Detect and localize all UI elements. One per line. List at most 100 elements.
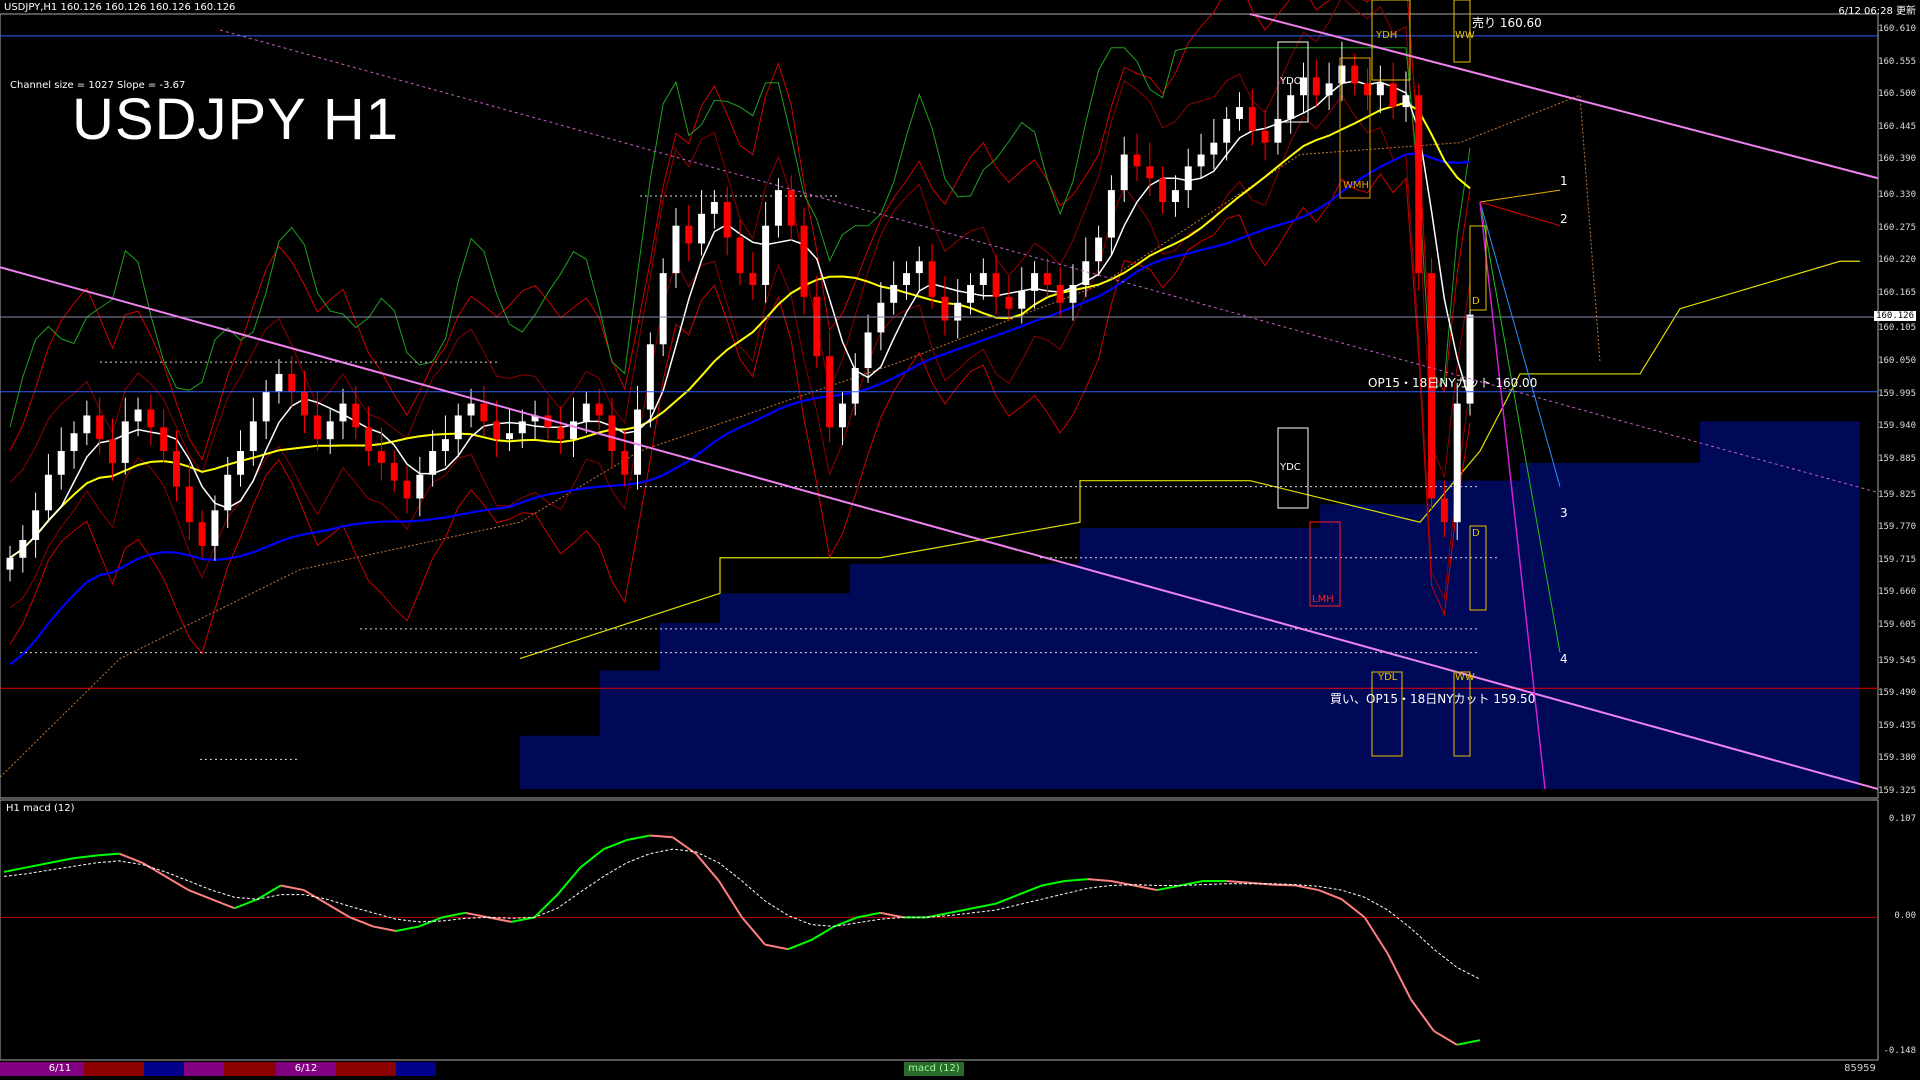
- candle-bear: [1261, 130, 1269, 143]
- price-axis-tick: 159.825: [1878, 489, 1916, 500]
- candle-bear: [1005, 296, 1013, 309]
- candle-bull: [1338, 65, 1346, 84]
- price-axis-tick: 160.390: [1878, 154, 1916, 165]
- candle-bull: [429, 451, 437, 475]
- price-axis-tick: 160.165: [1878, 287, 1916, 298]
- candle-bear: [992, 273, 1000, 297]
- candle-bull: [1402, 95, 1410, 108]
- ww-upper-label: WW: [1455, 30, 1475, 41]
- lmh-label: LMH: [1312, 594, 1334, 605]
- symbol-header: USDJPY,H1 160.126 160.126 160.126 160.12…: [4, 2, 236, 13]
- candle-bear: [1248, 107, 1256, 131]
- projection-label-3: 3: [1560, 506, 1568, 520]
- footer-code: 85959: [1844, 1063, 1876, 1074]
- candle-bull: [1095, 237, 1103, 262]
- candle-bear: [685, 225, 693, 244]
- candle-bull: [762, 225, 770, 285]
- candle-bear: [1440, 498, 1448, 523]
- price-axis-tick: 160.330: [1878, 190, 1916, 201]
- candle-bear: [608, 415, 616, 452]
- candle-bull: [864, 332, 872, 369]
- candle-bear: [813, 296, 821, 357]
- candle-bear: [1043, 273, 1051, 285]
- candle-bull: [416, 474, 424, 499]
- candle-bear: [377, 451, 385, 463]
- candle-bull: [237, 451, 245, 475]
- candle-bull: [1120, 154, 1128, 191]
- candle-bull: [570, 421, 578, 440]
- price-axis-tick: 159.325: [1878, 786, 1916, 796]
- footer-seg: [396, 1062, 436, 1076]
- candle-bull: [1197, 154, 1205, 167]
- candle-bull: [1287, 95, 1295, 119]
- candle-bear: [390, 462, 398, 481]
- macd-label: H1 macd (12): [6, 803, 75, 814]
- footer-date-1: 6/11: [36, 1062, 84, 1076]
- candle-bull: [1107, 190, 1115, 238]
- candle-bull: [134, 409, 142, 422]
- macd-main-segment: [1272, 883, 1296, 887]
- candle-bull: [83, 415, 91, 434]
- candle-bull: [1082, 261, 1090, 285]
- ydh-label: YDH: [1376, 30, 1398, 41]
- candle-bear: [1389, 83, 1397, 108]
- candle-bull: [211, 510, 219, 546]
- candle-bull: [121, 421, 129, 463]
- candle-bull: [954, 302, 962, 321]
- candle-bear: [1056, 284, 1064, 303]
- price-axis-tick: 159.995: [1878, 388, 1916, 399]
- price-axis-tick: 159.660: [1878, 587, 1916, 598]
- candle-bull: [1210, 142, 1218, 155]
- candle-bull: [582, 403, 590, 422]
- candle-bull: [1223, 118, 1231, 143]
- chart-canvas: [0, 0, 1879, 1061]
- candle-bull: [441, 439, 449, 452]
- price-axis-tick: 160.220: [1878, 255, 1916, 266]
- candle-bull: [44, 474, 52, 511]
- datetime-header: 6/12 06:28 更新: [1838, 6, 1916, 17]
- ydc-label: YDC: [1280, 462, 1301, 473]
- candle-bull: [70, 433, 78, 452]
- price-axis-tick: 160.445: [1878, 121, 1916, 132]
- candle-bear: [365, 427, 373, 452]
- candle-bear: [301, 391, 309, 416]
- projection-label-4: 4: [1560, 652, 1568, 666]
- candle-bear: [1351, 65, 1359, 84]
- candle-bear: [544, 415, 552, 428]
- price-axis-tick: 160.555: [1878, 56, 1916, 67]
- price-axis-tick: 159.605: [1878, 619, 1916, 630]
- candle-bull: [1171, 190, 1179, 202]
- footer-indicator-tab[interactable]: macd (12): [904, 1062, 964, 1076]
- candle-bull: [1274, 118, 1282, 143]
- op-upper-annotation: OP15・18日NYカット 160.00: [1368, 376, 1538, 390]
- candle-bull: [32, 510, 40, 540]
- footer-seg: [336, 1062, 396, 1076]
- footer-seg: [436, 1062, 904, 1076]
- ydl-label: YDL: [1378, 672, 1398, 683]
- candle-bull: [774, 190, 782, 226]
- candle-bull: [1018, 290, 1026, 309]
- candle-bull: [19, 539, 27, 558]
- candle-bear: [108, 439, 116, 463]
- candle-bull: [275, 373, 283, 392]
- projection-label-1: 1: [1560, 174, 1568, 188]
- candle-bear: [352, 403, 360, 428]
- candle-bull: [57, 451, 65, 475]
- price-axis-tick: 159.545: [1878, 655, 1916, 666]
- candle-bull: [902, 273, 910, 285]
- candle-bull: [1235, 107, 1243, 119]
- candle-bull: [339, 403, 347, 422]
- candle-bull: [1184, 166, 1192, 191]
- macd-panel-frame: [0, 799, 1879, 1061]
- candle-bull: [1325, 83, 1333, 96]
- footer-seg: [0, 1062, 36, 1076]
- candle-bull: [249, 421, 257, 452]
- candle-bear: [96, 415, 104, 440]
- candle-bull: [967, 284, 975, 303]
- price-axis-tick: 159.885: [1878, 453, 1916, 464]
- price-axis-tick: 159.490: [1878, 688, 1916, 699]
- projection-label-2: 2: [1560, 212, 1568, 226]
- candle-bull: [698, 213, 706, 244]
- candle-bull: [1031, 273, 1039, 291]
- candle-bear: [403, 480, 411, 499]
